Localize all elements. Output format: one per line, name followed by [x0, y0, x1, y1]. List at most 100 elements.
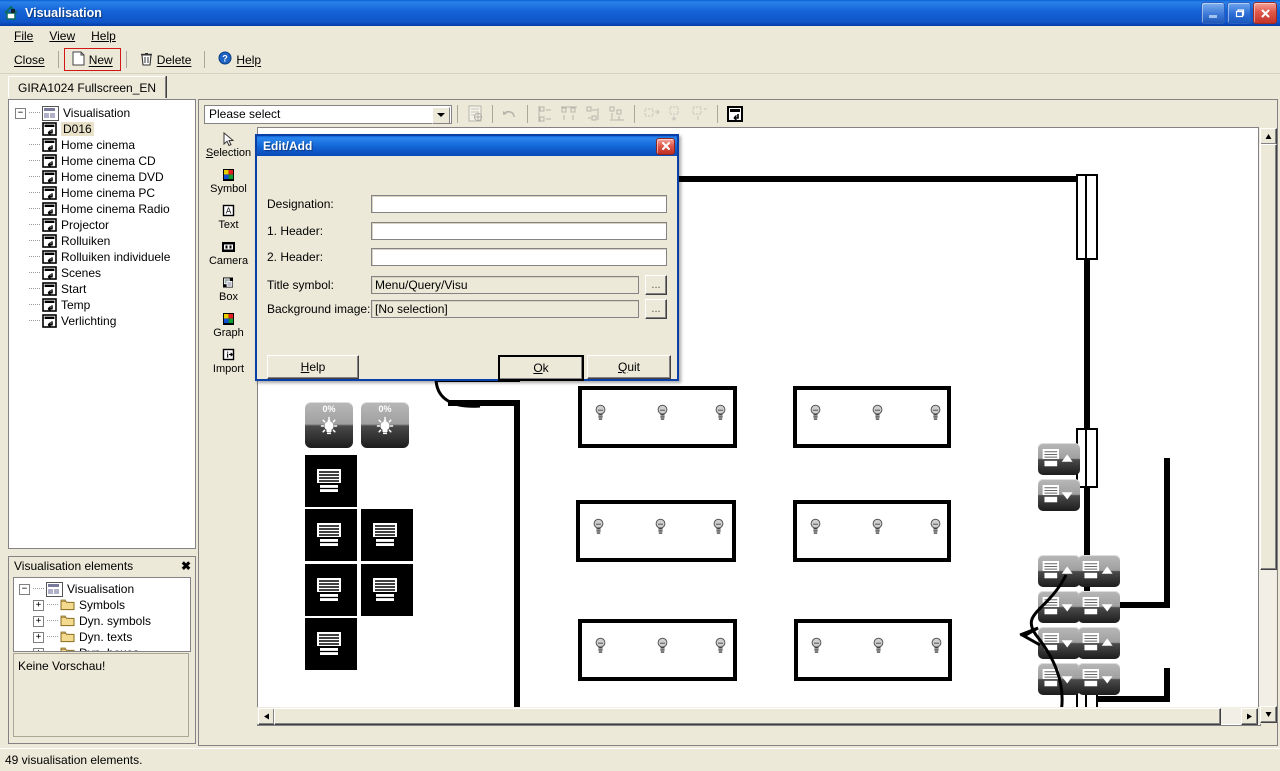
header1-field[interactable] — [371, 222, 667, 240]
palette-item-box[interactable]: Box — [200, 271, 257, 307]
light-bulb-icon[interactable] — [654, 518, 667, 535]
light-bulb-icon[interactable] — [809, 404, 822, 421]
distribute-h-icon[interactable] — [642, 104, 662, 124]
folder-expander[interactable]: + — [33, 647, 44, 651]
background-image-field[interactable]: [No selection] — [371, 300, 639, 318]
tree-item-verlichting[interactable]: Verlichting — [15, 313, 195, 329]
elements-folder-symbols[interactable]: + Symbols — [19, 597, 190, 613]
light-bulb-icon[interactable] — [871, 404, 884, 421]
palette-item-import[interactable]: i Import — [200, 343, 257, 379]
light-bulb-icon[interactable] — [594, 637, 607, 654]
hscroll-thumb[interactable] — [274, 708, 1221, 725]
palette-item-selection[interactable]: Selection — [200, 127, 257, 163]
tree-item-d016[interactable]: D016 — [15, 121, 195, 137]
scroll-down-button[interactable] — [1260, 706, 1277, 723]
light-bulb-icon[interactable] — [656, 404, 669, 421]
vscroll-track[interactable] — [1259, 144, 1277, 707]
ok-button[interactable]: Ok — [498, 355, 584, 381]
folder-expander[interactable]: + — [33, 599, 44, 611]
folder-expander[interactable]: + — [33, 615, 44, 627]
light-bulb-icon[interactable] — [712, 518, 725, 535]
minimize-button[interactable] — [1201, 2, 1225, 24]
dialog-close-icon[interactable] — [656, 137, 675, 155]
tree-item-home-cinema-radio[interactable]: Home cinema Radio — [15, 201, 195, 217]
title-symbol-browse-button[interactable]: ... — [645, 275, 667, 295]
align-bottom-icon[interactable] — [607, 104, 627, 124]
shutter-down-button[interactable] — [1038, 479, 1080, 511]
scroll-up-button[interactable] — [1260, 128, 1277, 145]
tab-gira1024-fullscreen-en[interactable]: GIRA1024 Fullscreen_EN — [8, 76, 167, 98]
light-bulb-icon[interactable] — [929, 518, 942, 535]
close-icon[interactable]: ✖ — [181, 559, 191, 573]
help-button[interactable]: Help — [267, 355, 359, 379]
palette-item-camera[interactable]: Camera — [200, 235, 257, 271]
shutter-black-button[interactable] — [361, 564, 413, 616]
elements-root-expander[interactable]: − — [19, 583, 30, 595]
vscroll-thumb[interactable] — [1260, 144, 1277, 570]
close-toolbar-button[interactable]: Close — [6, 48, 53, 71]
light-bulb-icon[interactable] — [871, 518, 884, 535]
palette-item-symbol[interactable]: Symbol — [200, 163, 257, 199]
element-select-combo[interactable]: Please select — [204, 104, 452, 124]
folder-expander[interactable]: + — [33, 631, 44, 643]
same-size-icon[interactable] — [690, 104, 710, 124]
scroll-right-button[interactable] — [1241, 708, 1258, 725]
menu-file[interactable]: File — [6, 27, 41, 45]
shutter-black-button[interactable] — [305, 564, 357, 616]
delete-toolbar-button[interactable]: Delete — [132, 48, 200, 71]
align-top-icon[interactable] — [559, 104, 579, 124]
align-right-icon[interactable] — [583, 104, 603, 124]
dimmer-button-2[interactable]: 0% — [361, 402, 409, 448]
light-bulb-icon[interactable] — [592, 518, 605, 535]
close-button[interactable] — [1253, 2, 1277, 24]
shutter-black-button[interactable] — [305, 455, 357, 507]
undo-icon[interactable] — [500, 104, 520, 124]
shutter-black-button[interactable] — [305, 509, 357, 561]
menu-view[interactable]: View — [41, 27, 83, 45]
light-bulb-icon[interactable] — [872, 637, 885, 654]
hscroll-track[interactable] — [274, 707, 1242, 725]
light-bulb-icon[interactable] — [810, 637, 823, 654]
tree-item-start[interactable]: Start — [15, 281, 195, 297]
same-width-icon[interactable] — [666, 104, 686, 124]
light-bulb-icon[interactable] — [714, 404, 727, 421]
elements-tree[interactable]: − Visualisation + Symbols + Dyn. symbols + Dy… — [13, 577, 191, 652]
tree-item-projector[interactable]: Projector — [15, 217, 195, 233]
tree-item-scenes[interactable]: Scenes — [15, 265, 195, 281]
elements-folder-dyn-boxes[interactable]: + Dyn. boxes — [19, 645, 190, 651]
menu-help[interactable]: Help — [83, 27, 124, 45]
background-image-browse-button[interactable]: ... — [645, 299, 667, 319]
scroll-left-button[interactable] — [258, 708, 275, 725]
tree-item-rolluiken[interactable]: Rolluiken — [15, 233, 195, 249]
visualisation-tree-panel[interactable]: − Visualisation D016 Home cinema Home cine… — [8, 99, 196, 549]
tree-root-expander[interactable]: − — [15, 107, 26, 119]
tree-item-home-cinema-cd[interactable]: Home cinema CD — [15, 153, 195, 169]
quit-button[interactable]: Quit — [587, 355, 671, 379]
tree-item-home-cinema-pc[interactable]: Home cinema PC — [15, 185, 195, 201]
new-toolbar-button[interactable]: New — [63, 48, 121, 71]
light-bulb-icon[interactable] — [809, 518, 822, 535]
preview-icon[interactable] — [725, 104, 745, 124]
align-left-icon[interactable] — [535, 104, 555, 124]
help-toolbar-button[interactable]: ? Help — [210, 48, 269, 71]
tree-item-home-cinema[interactable]: Home cinema — [15, 137, 195, 153]
palette-item-text[interactable]: A Text — [200, 199, 257, 235]
tree-item-rolluiken-individuele[interactable]: Rolluiken individuele — [15, 249, 195, 265]
tree-item-home-cinema-dvd[interactable]: Home cinema DVD — [15, 169, 195, 185]
tree-root-row[interactable]: − Visualisation — [15, 105, 195, 121]
elements-folder-dyn-texts[interactable]: + Dyn. texts — [19, 629, 190, 645]
light-bulb-icon[interactable] — [930, 637, 943, 654]
shutter-black-button[interactable] — [361, 509, 413, 561]
canvas-vscrollbar[interactable] — [1258, 127, 1277, 724]
header2-field[interactable] — [371, 248, 667, 266]
elements-folder-dyn-symbols[interactable]: + Dyn. symbols — [19, 613, 190, 629]
canvas-hscrollbar[interactable] — [257, 707, 1259, 725]
dimmer-button-1[interactable]: 0% — [305, 402, 353, 448]
title-symbol-field[interactable]: Menu/Query/Visu — [371, 276, 639, 294]
palette-item-graph[interactable]: Graph — [200, 307, 257, 343]
designation-field[interactable] — [371, 195, 667, 213]
tree-item-temp[interactable]: Temp — [15, 297, 195, 313]
shutter-black-button[interactable] — [305, 618, 357, 670]
light-bulb-icon[interactable] — [656, 637, 669, 654]
light-bulb-icon[interactable] — [929, 404, 942, 421]
